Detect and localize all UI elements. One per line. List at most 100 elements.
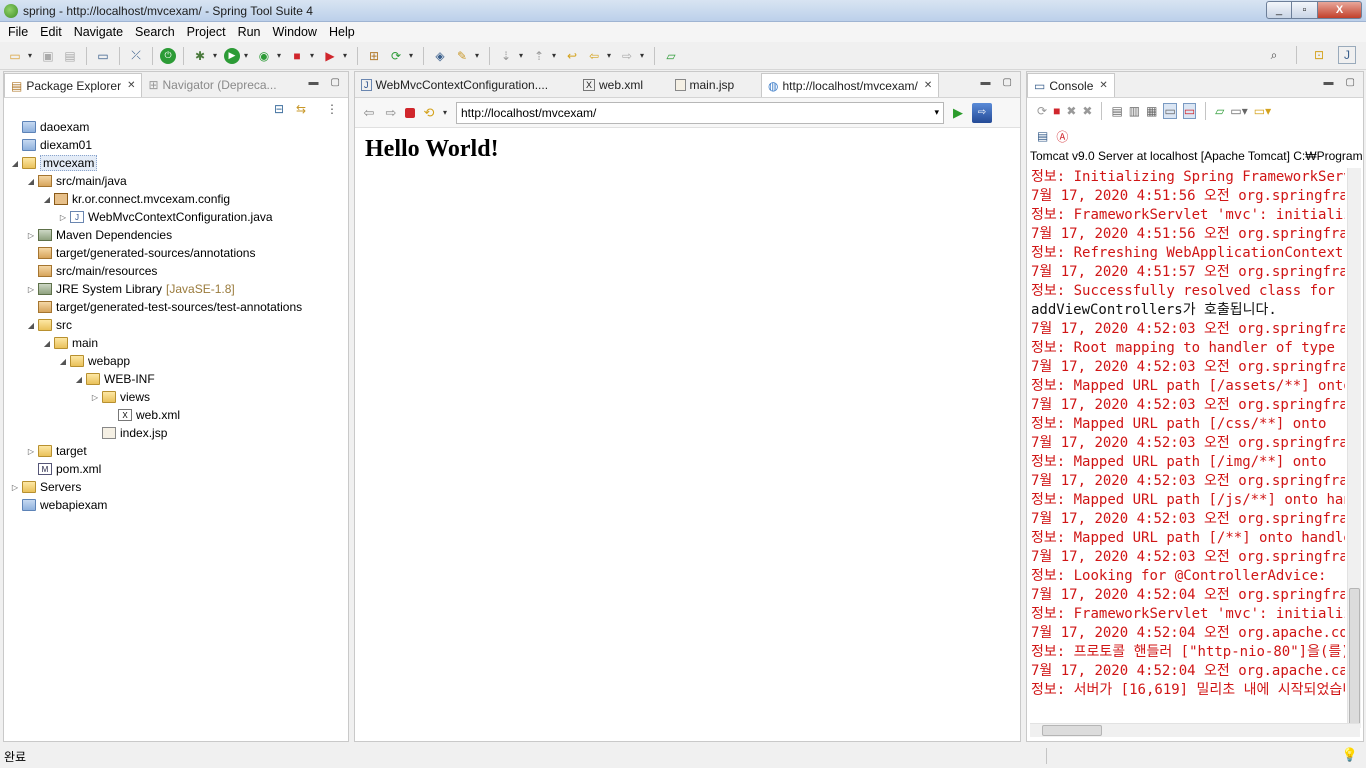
maximize-button[interactable]: ▫ [1292,1,1318,19]
tree-item-pom-xml[interactable]: M pom.xml [6,460,348,478]
remove-launch-icon[interactable]: ✖ [1066,104,1076,118]
collapse-all-icon[interactable]: ⊟ [274,102,284,116]
chevron-down-icon[interactable]: ▾ [409,51,416,60]
minimize-icon[interactable]: ▬ [309,77,319,88]
tree-item-index-jsp[interactable]: index.jsp [6,424,348,442]
expanded-arrow-icon[interactable]: ◢ [58,357,68,366]
minimize-icon[interactable]: ▬ [981,77,991,88]
chevron-down-icon[interactable]: ▾ [343,51,350,60]
terminate-icon[interactable]: ■ [1053,104,1060,118]
tree-item-views[interactable]: ▷ views [6,388,348,406]
menu-search[interactable]: Search [129,25,181,39]
expanded-arrow-icon[interactable]: ◢ [42,339,52,348]
java-perspective-icon[interactable]: J [1338,46,1356,64]
collapsed-arrow-icon[interactable]: ▷ [58,213,68,222]
next-annotation-icon[interactable]: ⇣ [497,47,515,65]
collapsed-arrow-icon[interactable]: ▷ [90,393,100,402]
chevron-down-icon[interactable]: ▾ [607,51,614,60]
tree-item-target[interactable]: ▷ target [6,442,348,460]
url-input[interactable]: http://localhost/mvcexam/ ▾ [456,101,944,124]
collapsed-arrow-icon[interactable]: ▷ [10,483,20,492]
close-icon[interactable]: ✕ [924,80,932,91]
close-button[interactable]: X [1318,1,1362,19]
tree-item-src[interactable]: ◢ src [6,316,348,334]
tree-item-generated-test-sources[interactable]: target/generated-test-sources/test-annot… [6,298,348,316]
spring-boot-icon[interactable]: Ⓐ [1056,128,1068,145]
show-on-stdout-icon[interactable]: ▭ [1163,103,1177,119]
collapsed-arrow-icon[interactable]: ▷ [26,447,36,456]
run-icon[interactable]: ▶ [224,47,240,64]
back-icon[interactable]: ⇦ [585,47,603,65]
remove-all-icon[interactable]: ✖ [1082,104,1092,118]
spring-boot-dashboard-icon[interactable]: ⏻ [160,47,176,64]
expanded-arrow-icon[interactable]: ◢ [26,321,36,330]
scrollbar-thumb[interactable] [1042,725,1102,736]
menu-window[interactable]: Window [267,25,323,39]
tab-webmvc-config[interactable]: J WebMvcContextConfiguration.... [355,73,577,97]
menu-project[interactable]: Project [181,25,232,39]
tree-item-main[interactable]: ◢ main [6,334,348,352]
tab-browser[interactable]: ◍ http://localhost/mvcexam/ ✕ [761,73,940,97]
tree-item-web-xml[interactable]: X web.xml [6,406,348,424]
chevron-down-icon[interactable]: ▾ [934,107,939,118]
tree-item-jre-library[interactable]: ▷ JRE System Library [JavaSE-1.8] [6,280,348,298]
chevron-down-icon[interactable]: ▾ [213,51,220,60]
pin-console-icon[interactable]: ▱ [1215,104,1224,118]
open-type-icon[interactable]: ◈ [431,47,449,65]
tree-item-daoexam[interactable]: daoexam [6,118,348,136]
stop-icon[interactable]: ■ [288,47,306,65]
new-package-icon[interactable]: ⊞ [365,47,383,65]
maximize-icon[interactable]: ▢ [1003,77,1012,88]
pin-editor-icon[interactable]: ▱ [662,47,680,65]
chevron-down-icon[interactable]: ▾ [443,108,450,117]
menu-help[interactable]: Help [323,25,361,39]
external-tools-icon[interactable]: ▶ [321,47,339,65]
previous-annotation-icon[interactable]: ⇡ [530,47,548,65]
link-with-editor-icon[interactable]: ⇆ [296,102,306,116]
forward-icon[interactable]: ⇨ [383,105,399,121]
show-on-stderr-icon[interactable]: ▭ [1182,103,1197,119]
stop-icon[interactable] [405,107,415,118]
tab-web-xml[interactable]: X web.xml [577,73,669,97]
clear-console-icon[interactable]: ▤ [1111,104,1122,118]
open-console-icon[interactable]: ▭▾ [1254,104,1271,118]
tree-item-maven-dependencies[interactable]: ▷ Maven Dependencies [6,226,348,244]
tab-main-jsp[interactable]: main.jsp [669,73,761,97]
menu-file[interactable]: File [2,25,34,39]
menu-edit[interactable]: Edit [34,25,68,39]
scrollbar-thumb[interactable] [1349,588,1360,728]
tree-item-servers[interactable]: ▷ Servers [6,478,348,496]
vertical-scrollbar[interactable] [1347,168,1361,728]
skip-breakpoints-icon[interactable]: ⤫ [127,47,145,65]
scroll-lock-icon[interactable]: ▥ [1129,104,1140,118]
go-button[interactable]: ▶ [950,105,966,121]
tree-item-package[interactable]: ◢ kr.or.connect.mvcexam.config [6,190,348,208]
tab-package-explorer[interactable]: ▤ Package Explorer ✕ [4,73,143,97]
forward-icon[interactable]: ⇨ [618,47,636,65]
open-terminal-icon[interactable]: ▭ [94,47,112,65]
minimize-icon[interactable]: ▬ [1324,77,1334,88]
maximize-icon[interactable]: ▢ [1346,77,1355,88]
chevron-down-icon[interactable]: ▾ [640,51,647,60]
display-selected-console-icon[interactable]: ▭▾ [1230,104,1247,118]
last-edit-location-icon[interactable]: ↩ [563,47,581,65]
tip-bulb-icon[interactable]: 💡 [1342,747,1358,763]
expanded-arrow-icon[interactable]: ◢ [74,375,84,384]
coverage-icon[interactable]: ◉ [255,47,273,65]
tree-item-diexam01[interactable]: diexam01 [6,136,348,154]
view-menu-icon[interactable]: ⋮ [326,102,338,116]
tree-item-src-main-resources[interactable]: src/main/resources [6,262,348,280]
open-external-browser-icon[interactable]: ⇨ [972,102,992,123]
restart-icon[interactable]: ⟳ [1037,104,1047,118]
collapsed-arrow-icon[interactable]: ▷ [26,285,36,294]
close-icon[interactable]: ✕ [127,80,135,91]
debug-icon[interactable]: ✱ [191,47,209,65]
close-icon[interactable]: ✕ [1099,80,1107,91]
refresh-icon[interactable]: ⟲ [421,105,437,121]
word-wrap-icon[interactable]: ▦ [1146,104,1157,118]
save-icon[interactable]: ▣ [39,47,57,65]
open-perspective-icon[interactable]: ⊡ [1310,46,1328,64]
chevron-down-icon[interactable]: ▾ [277,51,284,60]
horizontal-scrollbar[interactable] [1030,723,1360,737]
new-icon[interactable]: ▭ [6,47,24,65]
